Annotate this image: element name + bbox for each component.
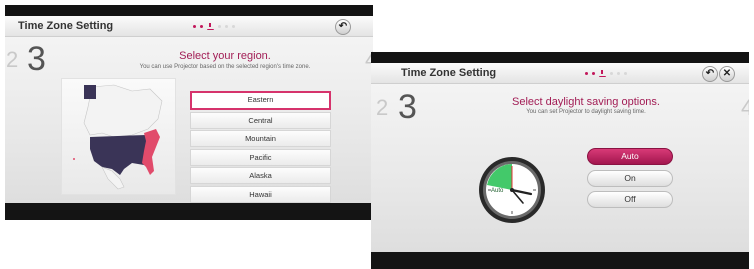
progress-dot-current — [207, 23, 214, 30]
prev-step-number: 2 — [6, 47, 19, 72]
alaska-region — [84, 85, 96, 99]
bottom-black-bar — [371, 252, 749, 269]
back-arrow-icon: ↶ — [338, 21, 348, 32]
clock-illustration: Auto — [477, 155, 547, 225]
region-item-eastern[interactable]: Eastern — [190, 91, 331, 110]
close-button[interactable]: ✕ — [719, 66, 735, 82]
daylight-saving-panel: Time Zone Setting ↶ ✕ 2 3 4 Select dayli… — [371, 63, 749, 252]
option-off-button[interactable]: Off — [587, 191, 673, 208]
daylight-saving-screen: Time Zone Setting ↶ ✕ 2 3 4 Select dayli… — [371, 52, 749, 269]
prev-step-number: 2 — [376, 95, 389, 120]
clock-auto-label: Auto — [491, 188, 504, 194]
page-title: Time Zone Setting — [18, 20, 114, 32]
region-list: Eastern Central Mountain Pacific Alaska … — [190, 91, 331, 204]
header-bar: Time Zone Setting ↶ — [5, 16, 373, 37]
region-subtext: You can use Projector based on the selec… — [139, 64, 311, 70]
region-item-alaska[interactable]: Alaska — [190, 167, 331, 184]
current-step-number: 3 — [27, 40, 46, 78]
progress-dot — [193, 25, 196, 28]
back-arrow-icon: ↶ — [705, 68, 715, 79]
close-icon: ✕ — [722, 68, 732, 79]
progress-dot-current — [599, 70, 606, 77]
progress-dot — [232, 25, 235, 28]
region-item-central[interactable]: Central — [190, 111, 331, 129]
progress-dot — [225, 25, 228, 28]
back-button[interactable]: ↶ — [702, 66, 718, 82]
progress-dot — [624, 72, 627, 75]
progress-dot — [592, 72, 595, 75]
option-auto-button[interactable]: Auto — [587, 148, 673, 165]
step-progress — [193, 23, 235, 30]
clock-icon: Auto — [479, 157, 545, 223]
north-america-map-icon — [73, 84, 163, 190]
region-panel: Time Zone Setting ↶ 2 3 4 Select your re… — [5, 16, 373, 203]
back-button[interactable]: ↶ — [335, 19, 351, 35]
region-heading: Select your region. — [179, 50, 271, 62]
daylight-heading: Select daylight saving options. — [512, 96, 660, 108]
option-on-button[interactable]: On — [587, 170, 673, 187]
progress-dot — [218, 25, 221, 28]
hawaii-region — [73, 158, 75, 160]
progress-dot — [585, 72, 588, 75]
region-map — [61, 78, 176, 195]
header-bar: Time Zone Setting ↶ ✕ — [371, 63, 749, 84]
progress-dot — [617, 72, 620, 75]
daylight-subtext: You can set Projector to daylight saving… — [526, 109, 646, 115]
progress-dot — [200, 25, 203, 28]
region-item-hawaii[interactable]: Hawaii — [190, 185, 331, 203]
top-black-bar — [371, 52, 749, 63]
next-step-number: 4 — [741, 95, 749, 120]
progress-dot — [610, 72, 613, 75]
region-item-pacific[interactable]: Pacific — [190, 148, 331, 166]
top-black-bar — [5, 5, 373, 16]
page-title: Time Zone Setting — [401, 67, 497, 79]
region-screen: Time Zone Setting ↶ 2 3 4 Select your re… — [5, 5, 373, 220]
usa-region — [90, 135, 150, 175]
bottom-black-bar — [5, 203, 373, 220]
current-step-number: 3 — [398, 88, 417, 126]
region-item-mountain[interactable]: Mountain — [190, 130, 331, 147]
step-progress — [585, 70, 627, 77]
